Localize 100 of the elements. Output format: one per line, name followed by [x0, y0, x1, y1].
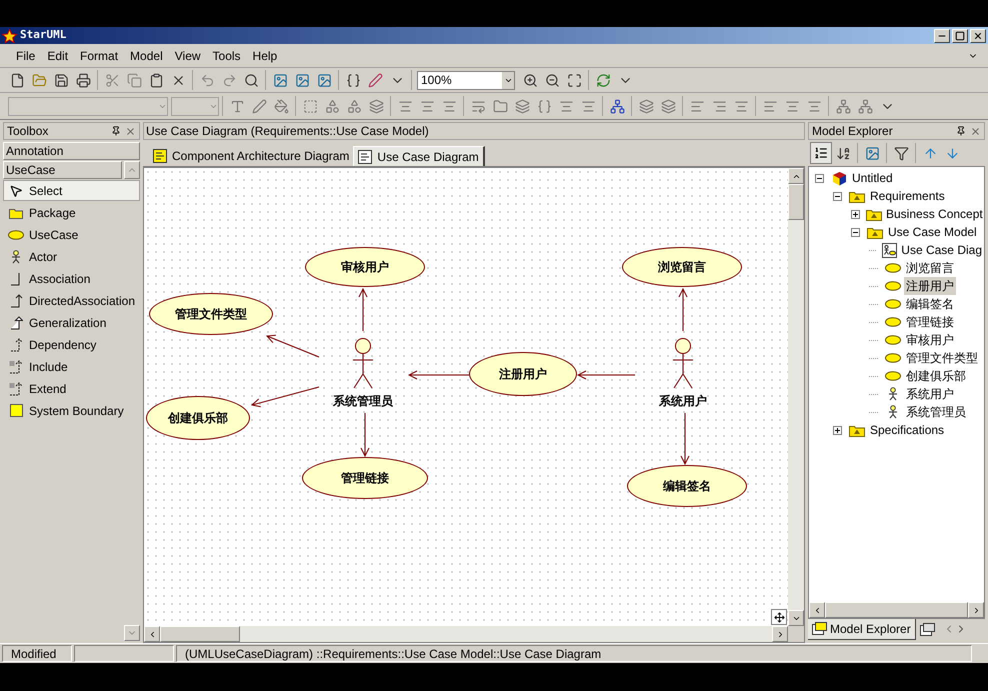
maximize-button[interactable] — [952, 28, 968, 42]
menu-item[interactable]: Model — [124, 46, 169, 64]
actor-figure — [352, 338, 374, 388]
ellipse-icon — [885, 317, 901, 327]
tree-item[interactable]: Requirements — [868, 187, 947, 205]
scroll-thumb[interactable] — [160, 626, 240, 642]
group-button[interactable]: UseCase — [3, 161, 122, 179]
expand-toggle[interactable] — [833, 426, 842, 434]
actor-name: 系统用户 — [659, 393, 707, 410]
plus-icon — [834, 426, 841, 434]
tool-item[interactable]: Package — [3, 202, 140, 223]
menu-item[interactable]: Tools — [206, 46, 247, 64]
tree-item[interactable]: 审核用户 — [904, 331, 956, 349]
collapse-toggle[interactable] — [851, 228, 860, 236]
sort-order-icon[interactable] — [810, 142, 832, 164]
tool-item[interactable]: Dependency — [3, 334, 140, 355]
arrow — [678, 288, 688, 332]
expand-toggle[interactable] — [851, 210, 860, 218]
tree-item[interactable]: Use Case Model — [886, 223, 979, 241]
panel-title: Model Explorer — [812, 123, 893, 140]
tree-item[interactable]: Specifications — [868, 421, 946, 439]
package-icon — [849, 190, 865, 202]
collapse-toggle[interactable] — [815, 174, 824, 182]
plus-icon — [852, 210, 859, 218]
window-icon — [920, 622, 935, 636]
window-icon — [812, 622, 827, 636]
tree-item[interactable]: 管理文件类型 — [904, 349, 980, 367]
menu-item[interactable]: Help — [246, 46, 284, 64]
tree-item[interactable]: 创建俱乐部 — [904, 367, 968, 385]
arrow-icon — [8, 294, 23, 308]
collapse-toggle[interactable] — [833, 192, 842, 200]
tree-item[interactable]: 编辑签名 — [904, 295, 956, 313]
diagram-tab[interactable]: Component Architecture Diagram — [149, 146, 354, 166]
tree-item[interactable]: 管理链接 — [904, 313, 956, 331]
star-icon — [2, 28, 17, 42]
scroll-thumb[interactable] — [788, 184, 804, 220]
zoom-combo[interactable]: 100% — [417, 70, 515, 90]
close-button[interactable] — [970, 28, 986, 42]
arrow — [408, 370, 470, 380]
menu-item[interactable]: File — [10, 46, 42, 64]
tree-item[interactable]: Use Case Diag — [899, 241, 984, 259]
arrow-icon — [9, 316, 23, 330]
use-case: 管理链接 — [302, 457, 428, 499]
tool-item[interactable]: Include — [3, 356, 140, 377]
actor-icon — [886, 405, 900, 419]
horizontal-scrollbar[interactable] — [809, 602, 984, 618]
minimize-button[interactable] — [934, 28, 950, 42]
menu-item[interactable]: View — [168, 46, 207, 64]
arrow — [680, 412, 690, 464]
pointer-icon — [9, 184, 23, 198]
arrow — [360, 412, 370, 456]
close-icon[interactable] — [125, 126, 136, 136]
horizontal-scrollbar[interactable] — [144, 626, 788, 642]
scroll-thumb[interactable] — [825, 602, 968, 618]
diagram-canvas[interactable]: 审核用户 浏览留言 管理文件类型 注册用户 创建俱乐部 管理链接 编辑签名 系统管理员 系统用户 — [144, 168, 788, 626]
tree-item[interactable]: 系统用户 — [904, 385, 956, 403]
diagram-tab[interactable]: Use Case Diagram — [353, 146, 485, 166]
panel-title: Toolbox — [7, 123, 48, 140]
scroll-down-button[interactable] — [124, 625, 140, 641]
tree-item[interactable]: Business Concept — [884, 205, 984, 223]
arrow — [578, 370, 636, 380]
tool-item[interactable]: System Boundary — [3, 400, 140, 421]
ellipse-icon — [885, 371, 901, 381]
dashed-arrow-icon — [9, 338, 23, 352]
tool-item[interactable]: Extend — [3, 378, 140, 399]
actor-name: 系统管理员 — [333, 393, 393, 410]
tree-item[interactable]: Untitled — [850, 169, 895, 187]
tree-item[interactable]: 系统管理员 — [904, 403, 968, 421]
pin-icon[interactable] — [111, 126, 121, 136]
pin-icon[interactable] — [956, 126, 966, 136]
menu-item[interactable]: Edit — [41, 46, 74, 64]
tool-item[interactable]: Actor — [3, 246, 140, 267]
panel-tab[interactable]: Model Explorer — [808, 619, 916, 640]
vertical-scrollbar[interactable] — [788, 168, 804, 626]
tool-item[interactable]: Select — [3, 180, 140, 201]
tool-item[interactable]: Association — [3, 268, 140, 289]
tool-item[interactable]: UseCase — [3, 224, 140, 245]
status-field: (UMLUseCaseDiagram) ::Requirements::Use Case Model::Use Case Diagram — [176, 645, 972, 662]
menu-item[interactable]: Format — [74, 46, 124, 64]
close-icon — [973, 30, 983, 40]
use-case: 注册用户 — [469, 352, 577, 396]
group-button[interactable]: Annotation — [3, 142, 140, 160]
use-case: 创建俱乐部 — [146, 396, 250, 440]
close-icon[interactable] — [970, 126, 981, 136]
use-case: 浏览留言 — [622, 247, 742, 287]
tree-item[interactable]: 注册用户 — [904, 277, 956, 295]
scroll-up-button[interactable] — [124, 161, 140, 179]
actor-figure — [672, 338, 694, 388]
move-icon[interactable] — [771, 609, 787, 625]
tool-item[interactable]: DirectedAssociation — [3, 290, 140, 311]
ellipse-icon — [885, 299, 901, 309]
ellipse-icon — [885, 263, 901, 273]
tool-item[interactable]: Generalization — [3, 312, 140, 333]
tree-item[interactable]: 浏览留言 — [904, 259, 956, 277]
use-case: 审核用户 — [305, 247, 425, 287]
ellipse-icon — [885, 335, 901, 345]
package-icon — [849, 424, 865, 436]
diagram-title: Use Case Diagram (Requirements::Use Case Model) — [146, 123, 429, 140]
actor-icon — [886, 387, 900, 401]
actor-icon — [9, 250, 23, 264]
